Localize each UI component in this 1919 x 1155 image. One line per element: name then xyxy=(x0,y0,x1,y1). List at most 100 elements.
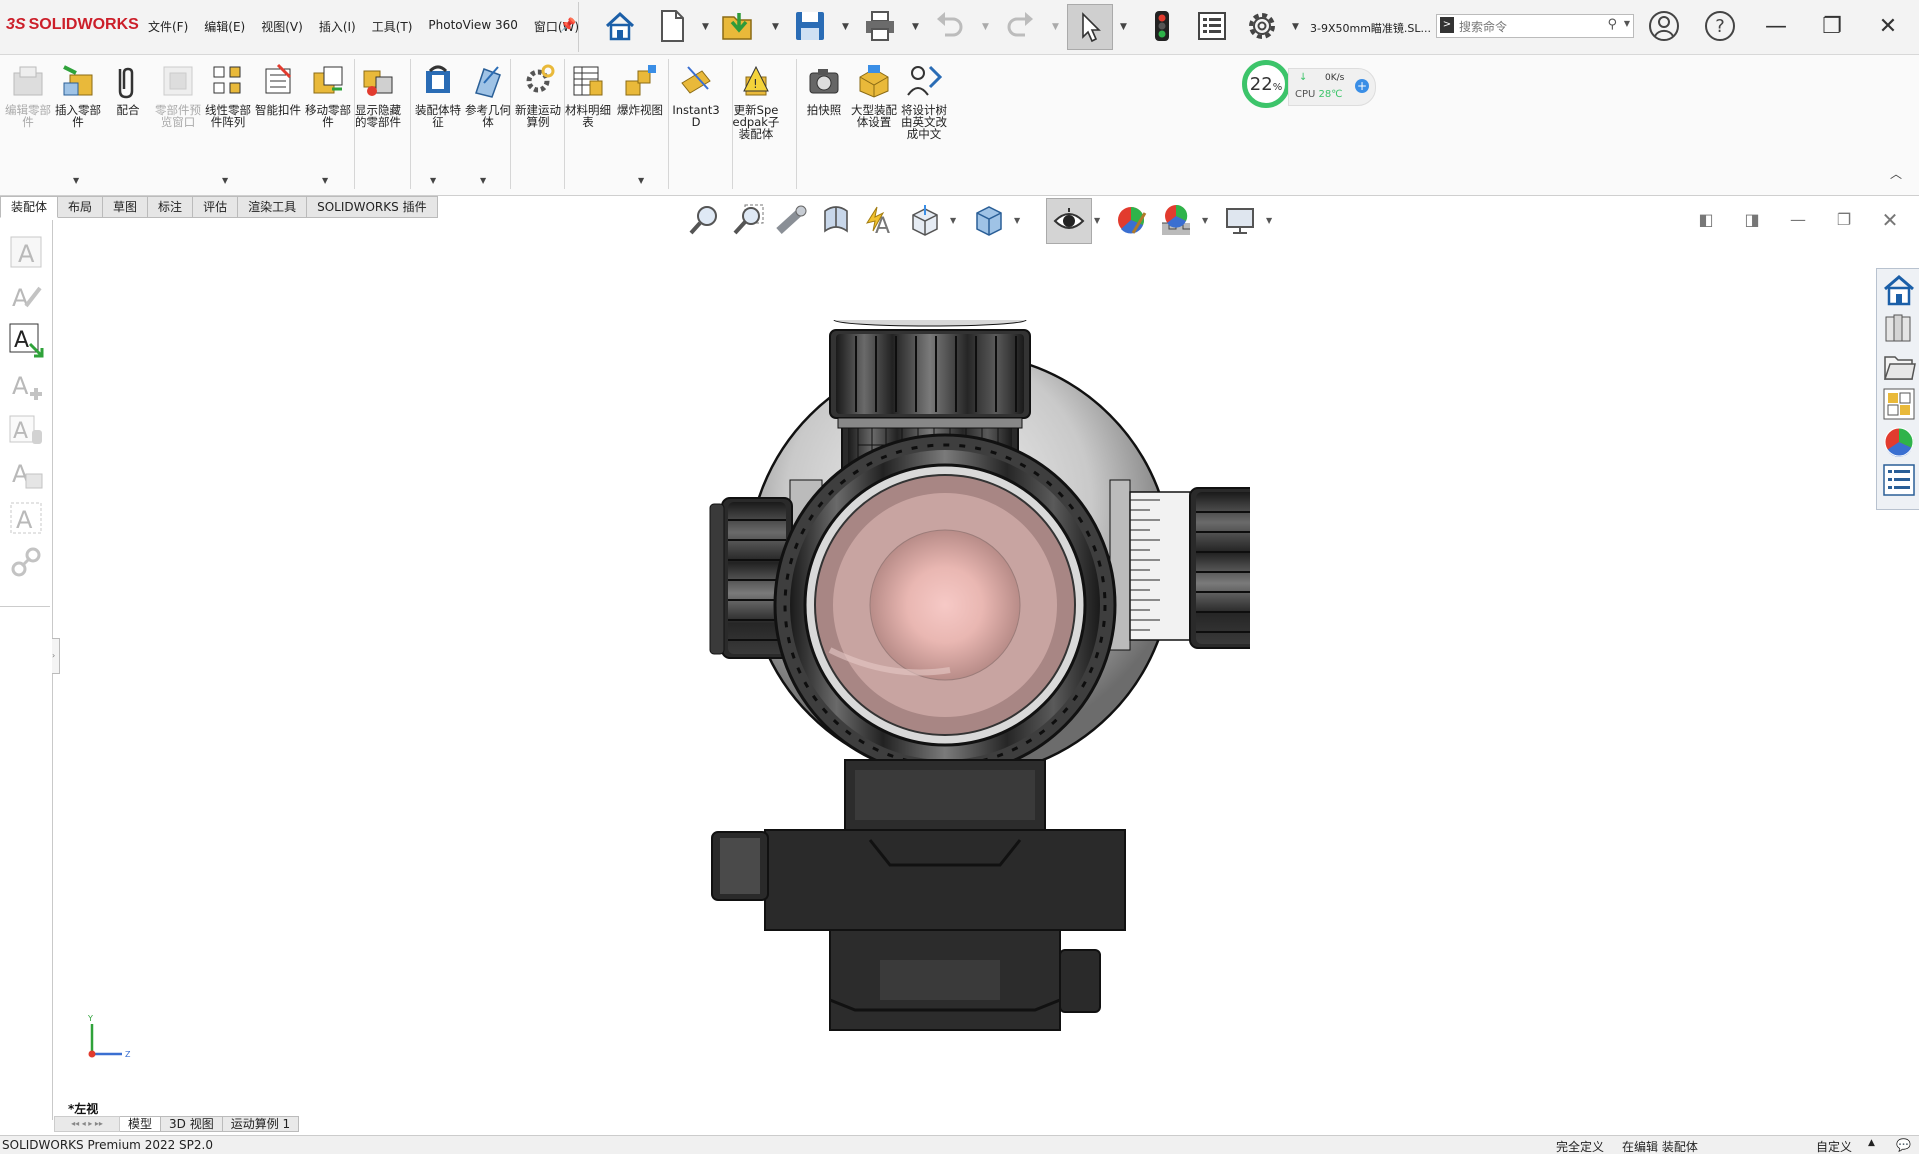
file-explorer-icon[interactable] xyxy=(1882,349,1916,383)
units-custom[interactable]: 自定义 xyxy=(1816,1138,1852,1155)
tab-markup[interactable]: 标注 xyxy=(148,196,194,218)
traffic-light-icon[interactable] xyxy=(1142,6,1182,46)
ribbon-button-exploded-view[interactable]: 爆炸视图 xyxy=(616,63,664,116)
tab-evaluate[interactable]: 评估 xyxy=(193,196,239,218)
section-view-icon[interactable] xyxy=(816,200,856,240)
ribbon-button-large-assembly[interactable]: 大型装配体设置 xyxy=(850,63,898,128)
scope-3d-model[interactable] xyxy=(690,320,1250,1032)
close-window-icon[interactable]: ✕ xyxy=(1868,8,1908,46)
tab-solidworks-addins[interactable]: SOLIDWORKS 插件 xyxy=(307,196,438,218)
units-dropdown-icon[interactable]: ▲ xyxy=(1868,1138,1875,1148)
ribbon-button-insert-component[interactable]: 插入零部件 xyxy=(54,63,102,128)
ribbon-button-move-component[interactable]: 移动零部件 xyxy=(304,63,352,128)
dynamic-annotation-icon[interactable]: A xyxy=(860,200,900,240)
print-dropdown-icon[interactable]: ▼ xyxy=(912,22,919,32)
ribbon-button-component-preview[interactable]: 零部件预览窗口 xyxy=(154,63,202,128)
save-dropdown-icon[interactable]: ▼ xyxy=(842,22,849,32)
custom-properties-icon[interactable] xyxy=(1882,463,1916,497)
new-document-icon[interactable] xyxy=(652,6,692,46)
display-style-icon[interactable] xyxy=(968,200,1008,240)
add-annotation-icon[interactable]: A xyxy=(8,368,44,404)
open-dropdown-icon[interactable]: ▼ xyxy=(772,22,779,32)
search-dropdown-icon[interactable]: ▼ xyxy=(1624,19,1630,28)
reference-geometry-dropdown-icon[interactable]: ▼ xyxy=(480,176,486,185)
menu-file[interactable]: 文件(F) xyxy=(140,18,196,35)
tile-right-icon[interactable]: ◨ xyxy=(1738,206,1766,234)
cpu-monitor-widget[interactable]: 22% ↓ 0K/s CPU 28℃ + xyxy=(1240,60,1385,116)
hide-show-dropdown-icon[interactable]: ▼ xyxy=(1094,216,1100,225)
ribbon-button-reference-geometry[interactable]: 参考几何体 xyxy=(464,63,512,128)
redo-icon[interactable] xyxy=(1000,6,1040,46)
new-dropdown-icon[interactable]: ▼ xyxy=(702,22,709,32)
restore-window-icon[interactable]: ❐ xyxy=(1812,8,1852,46)
user-icon[interactable] xyxy=(1648,10,1680,45)
annotation-lock-icon[interactable]: A xyxy=(8,412,44,448)
view-settings-dropdown-icon[interactable]: ▼ xyxy=(1266,216,1272,225)
ribbon-button-mate[interactable]: 配合 xyxy=(104,63,152,116)
pin-icon[interactable]: 📌 xyxy=(560,18,576,33)
ribbon-button-bom[interactable]: 材料明细表 xyxy=(564,63,612,128)
ribbon-button-edit-part[interactable]: 编辑零部件 xyxy=(4,63,52,128)
surface-finish-annotation-icon[interactable]: A xyxy=(8,322,44,358)
tab-motion-study-1[interactable]: 运动算例 1 xyxy=(222,1116,300,1132)
tab-assembly[interactable]: 装配体 xyxy=(0,196,59,218)
tab-sketch[interactable]: 草图 xyxy=(103,196,149,218)
zoom-to-fit-icon[interactable] xyxy=(684,200,724,240)
ribbon-button-take-snapshot[interactable]: 拍快照 xyxy=(800,63,848,116)
exploded-view-dropdown-icon[interactable]: ▼ xyxy=(638,176,644,185)
solidworks-logo[interactable]: 3S SOLIDWORKS xyxy=(6,16,139,34)
annotation-edit-icon[interactable]: A xyxy=(8,278,44,314)
ribbon-button-linear-pattern[interactable]: 线性零部件阵列 xyxy=(204,63,252,128)
ribbon-button-new-motion-study[interactable]: 新建运动算例 xyxy=(514,63,562,128)
ribbon-button-assembly-features[interactable]: 装配体特征 xyxy=(414,63,462,128)
display-style-dropdown-icon[interactable]: ▼ xyxy=(1014,216,1020,225)
apply-scene-icon[interactable] xyxy=(1156,200,1196,240)
minimize-window-icon[interactable]: — xyxy=(1756,8,1796,46)
viewport-restore-icon[interactable]: ❐ xyxy=(1830,206,1858,234)
tab-model[interactable]: 模型 xyxy=(120,1116,162,1132)
select-cursor-icon[interactable] xyxy=(1067,4,1113,50)
notifications-icon[interactable]: 💬 xyxy=(1896,1138,1911,1152)
tab-scroll-arrows-icon[interactable]: ◂◂ ◂ ▸ ▸▸ xyxy=(54,1116,120,1132)
search-input[interactable]: > 搜索命令 ⚲ ▼ xyxy=(1436,14,1634,38)
view-orientation-icon[interactable] xyxy=(904,200,944,240)
save-icon[interactable] xyxy=(790,6,830,46)
undo-dropdown-icon[interactable]: ▼ xyxy=(982,22,989,32)
view-settings-icon[interactable] xyxy=(1220,200,1260,240)
zoom-to-area-icon[interactable] xyxy=(728,200,768,240)
solidworks-resources-home-icon[interactable] xyxy=(1882,273,1916,307)
search-icon[interactable]: ⚲ xyxy=(1607,17,1617,32)
gear-icon[interactable] xyxy=(1242,6,1282,46)
assembly-features-dropdown-icon[interactable]: ▼ xyxy=(430,176,436,185)
edit-appearance-icon[interactable] xyxy=(1112,200,1152,240)
move-dropdown-icon[interactable]: ▼ xyxy=(322,176,328,185)
design-library-icon[interactable] xyxy=(1882,311,1916,345)
appearances-scenes-icon[interactable] xyxy=(1882,425,1916,459)
redo-dropdown-icon[interactable]: ▼ xyxy=(1052,22,1059,32)
pattern-dropdown-icon[interactable]: ▼ xyxy=(222,176,228,185)
tab-render-tools[interactable]: 渲染工具 xyxy=(238,196,308,218)
ribbon-button-update-speedpak[interactable]: ! 更新Speedpak子装配体 xyxy=(732,63,780,140)
open-icon[interactable] xyxy=(720,6,760,46)
menu-photoview[interactable]: PhotoView 360 xyxy=(420,18,525,35)
ribbon-button-show-hidden[interactable]: 显示隐藏的零部件 xyxy=(354,63,402,128)
annotation-sheet-icon[interactable]: A xyxy=(8,456,44,492)
tab-3d-views[interactable]: 3D 视图 xyxy=(161,1116,223,1132)
options-dropdown-icon[interactable]: ▼ xyxy=(1292,22,1299,32)
ribbon-button-instant3d[interactable]: Instant3D xyxy=(672,63,720,128)
menu-view[interactable]: 视图(V) xyxy=(253,18,311,35)
viewport-minimize-icon[interactable]: — xyxy=(1784,206,1812,234)
annotation-view-icon[interactable]: A xyxy=(8,500,44,536)
help-icon[interactable]: ? xyxy=(1704,10,1736,45)
panel-collapse-handle[interactable]: › xyxy=(52,638,60,674)
menu-edit[interactable]: 编辑(E) xyxy=(196,18,253,35)
print-icon[interactable] xyxy=(860,6,900,46)
home-icon[interactable] xyxy=(600,6,640,46)
view-palette-icon[interactable] xyxy=(1882,387,1916,421)
viewport-close-icon[interactable]: ✕ xyxy=(1876,206,1904,234)
hide-show-items-icon[interactable] xyxy=(1046,198,1092,244)
tile-left-icon[interactable]: ◧ xyxy=(1692,206,1720,234)
ribbon-button-smart-fasteners[interactable]: 智能扣件 xyxy=(254,63,302,116)
tab-layout[interactable]: 布局 xyxy=(58,196,104,218)
apply-scene-dropdown-icon[interactable]: ▼ xyxy=(1202,216,1208,225)
